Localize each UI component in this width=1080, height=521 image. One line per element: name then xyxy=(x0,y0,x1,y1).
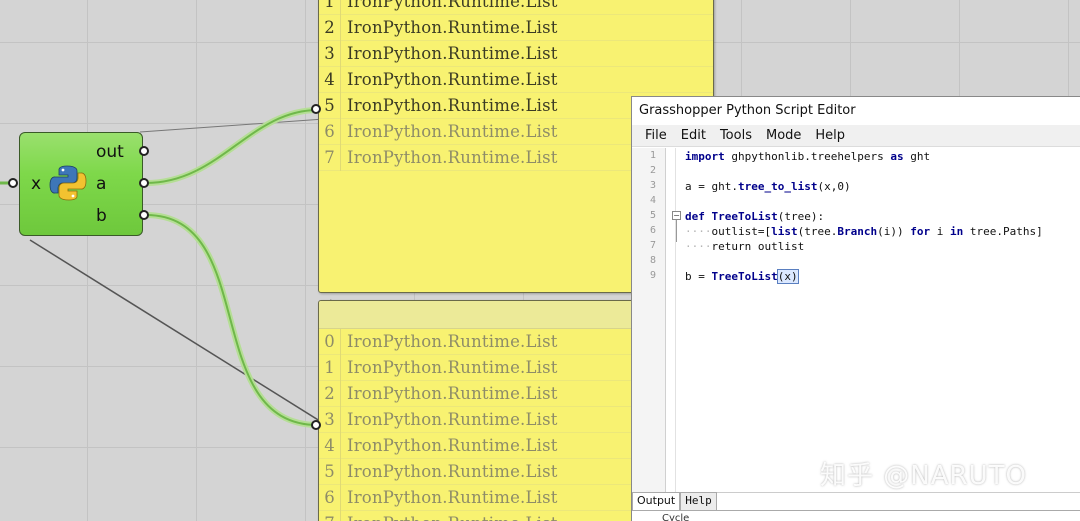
list-item: 4 IronPython.Runtime.List xyxy=(319,67,713,93)
output-b-port[interactable] xyxy=(139,210,149,220)
output-out-label: out xyxy=(96,142,124,162)
input-x-port[interactable] xyxy=(8,178,18,188)
output-text: Cycle xyxy=(662,513,690,521)
menu-bar: File Edit Tools Mode Help xyxy=(632,125,1080,147)
tab-output[interactable]: Output xyxy=(632,492,681,510)
menu-tools[interactable]: Tools xyxy=(713,125,759,146)
wire-b-core xyxy=(145,214,319,426)
fold-margin xyxy=(666,148,676,492)
line-number: 5 xyxy=(650,210,657,221)
line-number: 6 xyxy=(650,225,657,236)
line-number: 2 xyxy=(650,165,657,176)
editor-title: Grasshopper Python Script Editor xyxy=(632,97,1080,125)
wire-b xyxy=(145,212,319,428)
menu-mode[interactable]: Mode xyxy=(759,125,808,146)
line-number: 1 xyxy=(650,150,657,161)
python-logo-icon xyxy=(49,165,87,201)
input-x-label: x xyxy=(31,174,42,194)
list-item: 1 IronPython.Runtime.List xyxy=(319,0,713,15)
python-component[interactable]: x out a b xyxy=(19,132,143,236)
code-line-9: b = TreeToList(x) xyxy=(685,269,799,284)
code-line-7: ····return outlist xyxy=(685,240,805,253)
code-editor[interactable]: 1 2 3 4 5 6 7 8 9 − import ghpythonlib.t… xyxy=(632,148,1080,521)
output-a-port[interactable] xyxy=(139,178,149,188)
line-number: 7 xyxy=(650,240,657,251)
line-number: 9 xyxy=(650,270,657,281)
menu-file[interactable]: File xyxy=(638,125,674,146)
line-number: 3 xyxy=(650,180,657,191)
watermark: 知乎 @NARUTO xyxy=(820,461,1027,491)
output-out-port[interactable] xyxy=(139,146,149,156)
code-line-5: def TreeToList(tree): xyxy=(685,210,825,223)
output-a-label: a xyxy=(96,174,107,194)
wire-a-core xyxy=(145,109,319,184)
output-tabs: Output Help xyxy=(632,492,717,510)
panel-bottom-input-port[interactable] xyxy=(311,420,321,430)
menu-edit[interactable]: Edit xyxy=(674,125,713,146)
menu-help[interactable]: Help xyxy=(808,125,852,146)
tab-help[interactable]: Help xyxy=(680,492,717,510)
line-number: 8 xyxy=(650,255,657,266)
code-line-1: import ghpythonlib.treehelpers as ght xyxy=(685,150,931,163)
fold-guide xyxy=(676,220,677,242)
line-number: 4 xyxy=(650,195,657,206)
output-panel: Cycle xyxy=(632,510,1080,521)
list-item: 2 IronPython.Runtime.List xyxy=(319,15,713,41)
wire-a xyxy=(145,107,319,186)
output-b-label: b xyxy=(96,206,107,226)
line-number-gutter: 1 2 3 4 5 6 7 8 9 xyxy=(632,148,666,492)
code-line-3: a = ght.tree_to_list(x,0) xyxy=(685,180,851,193)
list-item: 3 IronPython.Runtime.List xyxy=(319,41,713,67)
fold-toggle-icon[interactable]: − xyxy=(672,211,681,220)
panel-top-input-port[interactable] xyxy=(311,104,321,114)
code-line-6: ····outlist=[list(tree.Branch(i)) for i … xyxy=(685,225,1043,238)
